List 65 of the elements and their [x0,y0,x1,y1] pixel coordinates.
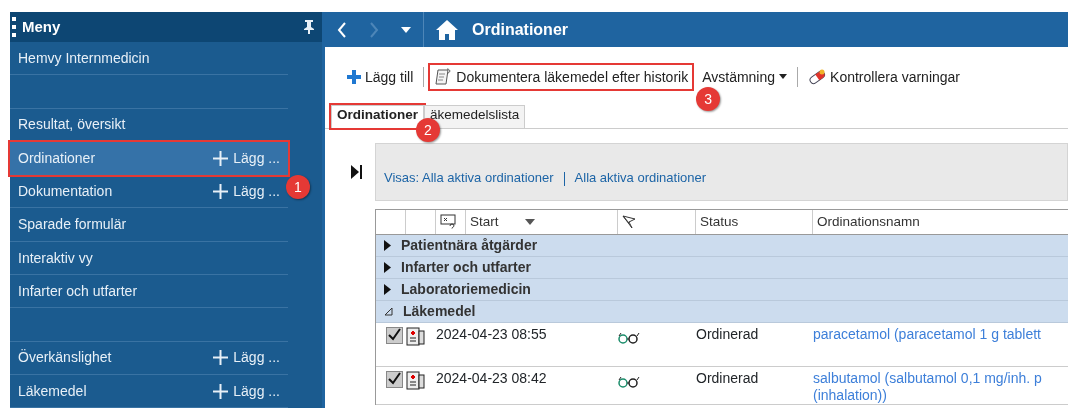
add-button[interactable]: Lägg ... [213,149,280,167]
menu-item[interactable]: Läkemedel Lägg ... [10,374,288,408]
group-row[interactable]: Laboratoriemedicin [376,279,1068,301]
filter-label: Visas: Alla aktiva ordinationer [384,170,554,186]
checkbox[interactable] [386,326,403,344]
menu-item[interactable]: Sparade formulär [10,208,288,242]
caret-down-icon[interactable] [401,26,411,33]
toolbar-button[interactable]: Kontrollera varningar [804,65,965,89]
scroll-icon [434,68,453,86]
menu-item[interactable]: Infarter och utfarter [10,275,288,309]
status-text: Ordinerad [696,326,759,342]
home-icon[interactable] [436,19,458,40]
expand-triangle-icon[interactable] [384,284,391,295]
status-text: Ordinerad [696,370,759,386]
collapse-triangle-icon[interactable] [384,307,393,316]
caret-down-icon [779,74,788,80]
group-row[interactable]: Patientnära åtgärder [376,235,1068,257]
menu-item[interactable]: Överkänslighet Lägg ... [10,341,288,375]
glasses-icon [618,376,640,389]
menu-item[interactable]: Interaktiv vy [10,241,288,276]
column-header[interactable]: Start [470,213,499,231]
glasses-icon [618,332,640,345]
menu-title: Meny [22,18,62,36]
add-button[interactable]: Lägg ... [213,349,280,367]
group-row[interactable]: Infarter och utfarter [376,257,1068,279]
column-header[interactable]: Ordinationsnamn [817,213,920,231]
flag-icon[interactable] [622,215,636,229]
toolbar-button[interactable]: Dokumentera läkemedel efter historik [430,65,693,89]
menu-item[interactable]: Dokumentation Lägg ... [10,175,288,209]
toolbar-button[interactable]: Avstämning [698,65,792,89]
toolbar-button[interactable]: Lägg till [343,65,418,89]
expand-triangle-icon[interactable] [384,262,391,273]
callout-badge: 3 [696,87,721,111]
callout-badge: 2 [416,118,440,142]
order-link[interactable]: (inhalation)) [813,386,1068,404]
add-button[interactable]: Lägg ... [213,182,280,200]
menu-item[interactable]: Ordinationer Lägg ... [10,141,288,176]
callout-badge: 1 [286,175,310,200]
menu-item[interactable]: Hemvy Internmedicin [10,42,288,76]
order-link[interactable]: salbutamol (salbutamol 0,1 mg/inh. p [813,370,1068,387]
medicine-icon [406,326,426,346]
add-button[interactable]: Lägg ... [213,382,280,400]
plus-icon [213,183,229,199]
tab[interactable]: Ordinationer [331,105,424,128]
column-header[interactable]: Status [700,213,739,231]
expand-triangle-icon[interactable] [384,240,391,251]
plus-icon [213,150,229,166]
pill-icon [808,69,827,85]
sort-caret-icon[interactable] [524,219,535,225]
plus-icon [213,350,229,366]
order-link[interactable]: paracetamol (paracetamol 1 g tablett [813,326,1068,343]
pin-icon[interactable] [304,20,314,34]
plus-icon [347,70,361,84]
medicine-icon [406,370,426,390]
start-time: 2024-04-23 08:55 [436,326,547,342]
plus-icon [213,383,229,399]
group-row[interactable]: Läkemedel [376,301,1068,323]
filter-link[interactable]: Alla aktiva ordinationer [574,170,707,186]
back-icon[interactable] [337,21,347,38]
skip-end-icon[interactable] [351,165,363,179]
checkbox[interactable] [386,370,403,388]
page-title: Ordinationer [472,19,568,40]
start-time: 2024-04-23 08:42 [436,370,547,386]
comment-icon[interactable] [440,214,458,230]
drag-handle-icon [12,16,16,38]
